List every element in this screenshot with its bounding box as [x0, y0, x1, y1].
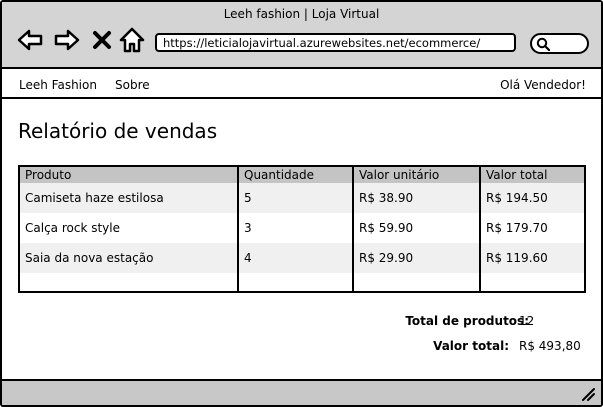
- column-header-unit-price[interactable]: Valor unitário: [353, 167, 481, 183]
- cell-total: R$ 179.70: [486, 221, 548, 235]
- menu-bar: Leeh Fashion Sobre Olá Vendedor!: [2, 71, 601, 99]
- cell-unit-price: R$ 38.90: [353, 183, 481, 213]
- user-greeting[interactable]: Olá Vendedor!: [500, 78, 586, 92]
- cell-total: R$ 119.60: [480, 243, 584, 273]
- cell-quantity: 3: [238, 213, 354, 243]
- close-icon[interactable]: [91, 26, 113, 54]
- cell-total: R$ 194.50: [480, 183, 584, 213]
- table-row-empty: [20, 273, 584, 291]
- total-value-label: Valor total:: [433, 339, 509, 353]
- cell-unit-price: R$ 29.90: [353, 243, 481, 273]
- status-bar: [2, 379, 601, 405]
- cell-quantity: 5: [238, 183, 354, 213]
- search-input[interactable]: [530, 33, 589, 54]
- total-products-label: Total de produtos:: [405, 314, 529, 328]
- back-arrow-icon[interactable]: [16, 26, 44, 54]
- cell-product: Calça rock style: [20, 213, 239, 243]
- table-header-row: Produto Quantidade Valor unitário Valor …: [20, 167, 584, 183]
- table-row[interactable]: Calça rock style 3 R$ 59.90 R$ 179.70: [20, 213, 584, 243]
- cell-quantity: 4: [238, 243, 354, 273]
- address-bar[interactable]: https://leticialojavirtual.azurewebsites…: [155, 33, 516, 52]
- column-header-quantity[interactable]: Quantidade: [238, 167, 354, 183]
- menu-item-sobre[interactable]: Sobre: [115, 78, 150, 92]
- cell-unit-price: R$ 59.90: [353, 213, 481, 243]
- window-title: Leeh fashion | Loja Virtual: [223, 7, 380, 21]
- menu-item-brand[interactable]: Leeh Fashion: [19, 78, 97, 92]
- table-row[interactable]: Camiseta haze estilosa 5 R$ 38.90 R$ 194…: [20, 183, 584, 213]
- column-header-product[interactable]: Produto: [20, 167, 239, 183]
- browser-window: Leeh fashion | Loja Virtual https://leti…: [0, 0, 603, 407]
- home-icon[interactable]: [118, 26, 146, 54]
- cell-product: Saia da nova estação: [20, 243, 239, 273]
- search-icon: [536, 37, 550, 51]
- resize-grip-icon[interactable]: [581, 387, 595, 401]
- column-header-total[interactable]: Valor total: [480, 167, 584, 183]
- table-row[interactable]: Saia da nova estação 4 R$ 29.90 R$ 119.6…: [20, 243, 584, 273]
- title-bar: Leeh fashion | Loja Virtual https://leti…: [2, 2, 601, 69]
- total-products-value: 12: [519, 314, 535, 328]
- forward-arrow-icon[interactable]: [53, 26, 81, 54]
- cell-product: Camiseta haze estilosa: [20, 183, 239, 213]
- sales-report-table: Produto Quantidade Valor unitário Valor …: [18, 165, 586, 293]
- page-title: Relatório de vendas: [18, 119, 218, 143]
- total-value-amount: R$ 493,80: [519, 339, 581, 353]
